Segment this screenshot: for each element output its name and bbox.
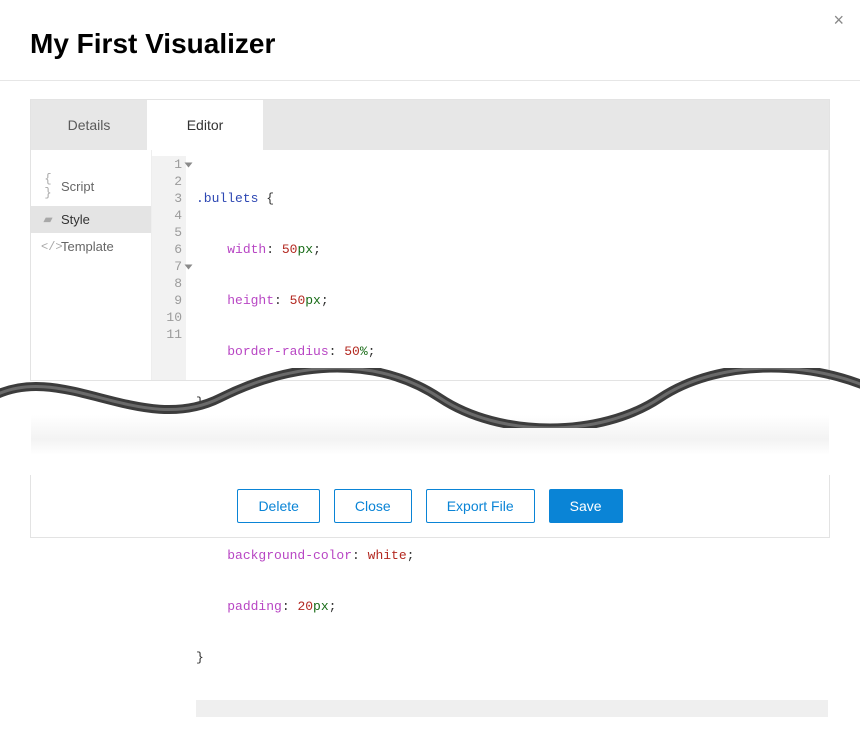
sidebar-item-label: Script [61, 179, 94, 194]
truncation-fade [31, 415, 829, 455]
delete-button[interactable]: Delete [237, 489, 319, 523]
tab-details[interactable]: Details [31, 100, 147, 150]
tab-editor[interactable]: Editor [147, 100, 263, 150]
editor-panel: Details Editor { } Script ▰ Style </> Te… [30, 99, 830, 381]
css-icon: ▰ [41, 212, 55, 227]
sidebar-item-label: Template [61, 239, 114, 254]
sidebar-item-label: Style [61, 212, 90, 227]
tab-row: Details Editor [31, 100, 829, 150]
footer-button-bar: Delete Close Export File Save [30, 475, 830, 538]
side-nav: { } Script ▰ Style </> Template [31, 150, 151, 380]
code-content: .bullets { width: 50px; height: 50px; bo… [186, 156, 828, 380]
save-button[interactable]: Save [549, 489, 623, 523]
close-icon[interactable]: × [833, 10, 844, 31]
line-number-gutter: 1 2 3 4 5 6 7 8 9 10 11 [152, 156, 186, 380]
page-title: My First Visualizer [0, 0, 860, 81]
sidebar-item-template[interactable]: </> Template [31, 233, 151, 260]
sidebar-item-script[interactable]: { } Script [31, 166, 151, 206]
export-file-button[interactable]: Export File [426, 489, 535, 523]
braces-icon: { } [41, 172, 55, 200]
sidebar-item-style[interactable]: ▰ Style [31, 206, 151, 233]
code-editor[interactable]: 1 2 3 4 5 6 7 8 9 10 11 .bullets { width… [151, 150, 829, 380]
editor-body: { } Script ▰ Style </> Template 1 2 3 4 … [31, 150, 829, 380]
angle-brackets-icon: </> [41, 240, 55, 254]
close-button[interactable]: Close [334, 489, 412, 523]
